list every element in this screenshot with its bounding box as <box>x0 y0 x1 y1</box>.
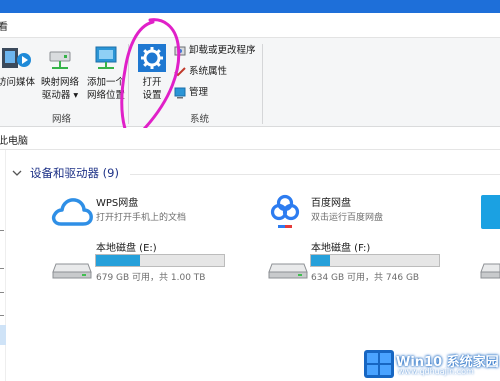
watermark-url: www.qdhuajin.com <box>398 367 474 376</box>
cloud-icon[interactable] <box>50 194 94 228</box>
nav-item-selected[interactable] <box>0 325 6 345</box>
drive-e-usage-fill <box>96 255 140 266</box>
navigation-pane[interactable] <box>0 150 6 381</box>
nav-item[interactable] <box>0 230 4 231</box>
folder-app-icon[interactable] <box>481 195 500 229</box>
nav-item[interactable] <box>0 292 4 293</box>
devices-section-header[interactable]: 设备和驱动器 (9) <box>12 165 119 181</box>
drive-f-free-text: 634 GB 可用，共 746 GB <box>311 273 420 283</box>
section-divider <box>130 174 500 175</box>
wps-cloud-subtitle: 打开打开手机上的文档 <box>96 213 187 223</box>
baidu-netdisk-title[interactable]: 百度网盘 <box>311 194 351 209</box>
wps-cloud-title[interactable]: WPS网盘 <box>96 194 138 209</box>
annotation-circle <box>120 18 181 138</box>
chevron-down-icon <box>12 170 22 176</box>
drive-f-usage-bar <box>310 254 440 267</box>
address-path[interactable]: 此电脑 <box>0 132 28 147</box>
address-bar[interactable] <box>0 128 500 150</box>
baidu-netdisk-subtitle: 双击运行百度网盘 <box>311 213 384 223</box>
hard-drive-icon[interactable] <box>480 256 500 280</box>
hard-drive-icon[interactable] <box>268 256 308 280</box>
nav-item[interactable] <box>0 315 4 316</box>
drive-f-label[interactable]: 本地磁盘 (F:) <box>311 239 370 254</box>
drive-f-usage-fill <box>311 255 331 266</box>
drive-e-label[interactable]: 本地磁盘 (E:) <box>96 239 157 254</box>
baidu-netdisk-icon[interactable] <box>268 192 302 232</box>
drive-e-usage-bar <box>95 254 225 267</box>
hard-drive-icon[interactable] <box>52 256 92 280</box>
drive-e-free-text: 679 GB 可用，共 1.00 TB <box>96 273 206 283</box>
devices-section-title: 设备和驱动器 (9) <box>30 166 119 180</box>
nav-item[interactable] <box>0 268 4 269</box>
